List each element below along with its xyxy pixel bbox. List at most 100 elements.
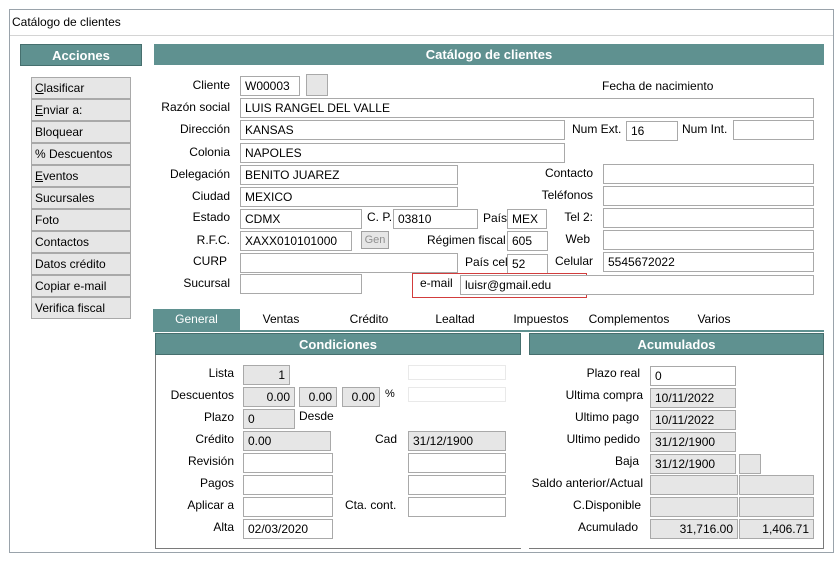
sidebar-item-contactos[interactable]: Contactos <box>31 231 131 253</box>
contacto-label: Contacto <box>544 166 593 180</box>
sidebar-item-copiar-email[interactable]: Copiar e-mail <box>31 275 131 297</box>
acumulados-bottom-line <box>529 548 824 549</box>
sucursal-label: Sucursal <box>183 276 230 290</box>
plazo-field[interactable]: 0 <box>243 409 295 429</box>
num-int-field[interactable] <box>733 120 814 140</box>
ultimo-pago-label: Ultimo pago <box>574 410 639 424</box>
saldo-label: Saldo anterior/Actual <box>531 476 643 490</box>
sidebar-header: Acciones <box>20 44 142 66</box>
c-disponible-field-1[interactable] <box>650 497 738 517</box>
sidebar-item-foto[interactable]: Foto <box>31 209 131 231</box>
sucursal-field[interactable] <box>240 274 362 294</box>
curp-label: CURP <box>192 254 227 268</box>
tab-complementos[interactable]: Complementos <box>584 309 674 330</box>
saldo-actual-field[interactable] <box>739 475 814 495</box>
web-field[interactable] <box>603 230 814 250</box>
saldo-anterior-field[interactable] <box>650 475 738 495</box>
sidebar-item-datos-credito[interactable]: Datos crédito <box>31 253 131 275</box>
plazo-real-label: Plazo real <box>586 366 640 380</box>
acumulados-header: Acumulados <box>529 333 824 355</box>
tab-credito[interactable]: Crédito <box>340 309 398 330</box>
tab-ventas[interactable]: Ventas <box>252 309 310 330</box>
acumulado-field-1[interactable]: 31,716.00 <box>650 519 738 539</box>
desde-label: Desde <box>299 409 334 423</box>
ultimo-pedido-field[interactable]: 31/12/1900 <box>650 432 736 452</box>
revision-label: Revisión <box>187 454 234 468</box>
tab-varios[interactable]: Varios <box>688 309 740 330</box>
descuento-1-field[interactable]: 0.00 <box>243 387 295 407</box>
acumulado-field-2[interactable]: 1,406.71 <box>739 519 814 539</box>
pagos-extra-field[interactable] <box>408 475 506 495</box>
rfc-field[interactable]: XAXX010101000 <box>240 231 352 251</box>
revision-extra-field[interactable] <box>408 453 506 473</box>
cta-cont-label: Cta. cont. <box>345 498 397 512</box>
num-ext-field[interactable]: 16 <box>626 121 678 141</box>
cliente-lookup-button[interactable] <box>306 74 328 96</box>
credito-field[interactable]: 0.00 <box>243 431 331 451</box>
razon-social-field[interactable]: LUIS RANGEL DEL VALLE <box>240 98 814 118</box>
sidebar-item-eventos[interactable]: Eventos <box>31 165 131 187</box>
colonia-field[interactable]: NAPOLES <box>240 143 565 163</box>
celular-label: Celular <box>554 254 593 268</box>
gen-button[interactable]: Gen <box>361 231 389 249</box>
tab-impuestos[interactable]: Impuestos <box>510 309 572 330</box>
curp-field[interactable] <box>240 253 458 273</box>
delegacion-label: Delegación <box>169 167 230 181</box>
contacto-field[interactable] <box>603 164 814 184</box>
descuentos-label: Descuentos <box>170 388 234 402</box>
num-int-label: Num Int. <box>682 122 728 136</box>
email-field[interactable]: luisr@gmail.edu <box>460 275 814 295</box>
direccion-label: Dirección <box>179 122 230 136</box>
sidebar-item-descuentos[interactable]: % Descuentos <box>31 143 131 165</box>
pagos-label: Pagos <box>199 476 234 490</box>
alta-field[interactable]: 02/03/2020 <box>243 519 333 539</box>
descuento-2-field[interactable]: 0.00 <box>299 387 337 407</box>
plazo-label: Plazo <box>203 410 234 424</box>
tab-general[interactable]: General <box>153 309 240 330</box>
c-disponible-field-2[interactable] <box>739 497 814 517</box>
num-ext-label: Num Ext. <box>572 122 622 136</box>
ultima-compra-field[interactable]: 10/11/2022 <box>650 388 736 408</box>
cp-field[interactable]: 03810 <box>393 209 478 229</box>
sidebar-item-clasificar[interactable]: Clasificar <box>31 77 131 99</box>
lista-label: Lista <box>208 366 234 380</box>
lista-field[interactable]: 1 <box>243 365 290 385</box>
tel2-field[interactable] <box>603 208 814 228</box>
title-divider <box>10 35 833 36</box>
alta-label: Alta <box>213 520 234 534</box>
cta-cont-field[interactable] <box>408 497 506 517</box>
email-label: e-mail <box>420 276 453 290</box>
revision-field[interactable] <box>243 453 333 473</box>
aplicar-a-label: Aplicar a <box>187 498 234 512</box>
celular-field[interactable]: 5545672022 <box>603 252 814 272</box>
direccion-field[interactable]: KANSAS <box>240 120 565 140</box>
delegacion-field[interactable]: BENITO JUAREZ <box>240 165 458 185</box>
descuento-3-field[interactable]: 0.00 <box>342 387 380 407</box>
baja-extra-field[interactable] <box>739 454 761 474</box>
cliente-field[interactable]: W00003 <box>240 76 300 96</box>
ultimo-pago-field[interactable]: 10/11/2022 <box>650 410 736 430</box>
condiciones-bottom-line <box>155 548 521 549</box>
sidebar-item-sucursales[interactable]: Sucursales <box>31 187 131 209</box>
pais-label: País <box>483 211 508 225</box>
ciudad-field[interactable]: MEXICO <box>240 187 458 207</box>
tab-lealtad[interactable]: Lealtad <box>426 309 484 330</box>
aplicar-a-field[interactable] <box>243 497 333 517</box>
cad-field[interactable]: 31/12/1900 <box>408 431 506 451</box>
telefonos-label: Teléfonos <box>541 188 593 202</box>
rfc-label: R.F.C. <box>196 233 230 247</box>
telefonos-field[interactable] <box>603 186 814 206</box>
descuentos-description <box>408 387 506 402</box>
sidebar-item-bloquear[interactable]: Bloquear <box>31 121 131 143</box>
main-header: Catálogo de clientes <box>154 44 824 65</box>
razon-social-label: Razón social <box>161 100 230 114</box>
baja-field[interactable]: 31/12/1900 <box>650 454 736 474</box>
web-label: Web <box>565 232 590 246</box>
plazo-real-field[interactable]: 0 <box>650 366 736 386</box>
baja-label: Baja <box>614 454 639 468</box>
sidebar-item-enviar[interactable]: Enviar a: <box>31 99 131 121</box>
sidebar-item-verifica-fiscal[interactable]: Verifica fiscal <box>31 297 131 319</box>
estado-field[interactable]: CDMX <box>240 209 362 229</box>
pagos-field[interactable] <box>243 475 333 495</box>
regimen-fiscal-label: Régimen fiscal <box>427 233 506 247</box>
